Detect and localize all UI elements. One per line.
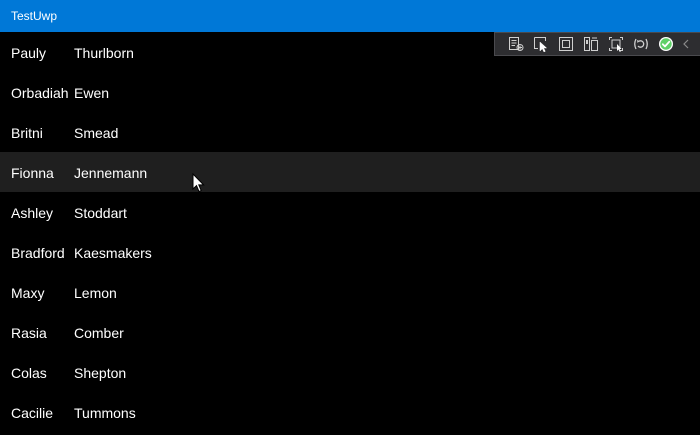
last-name: Kaesmakers — [74, 245, 152, 261]
first-name: Bradford — [11, 245, 65, 261]
first-name: Rasia — [11, 325, 47, 341]
list-item[interactable]: Orbadiah Ewen — [0, 72, 700, 112]
accessibility-check-icon[interactable] — [657, 35, 675, 53]
display-layout-icon[interactable] — [607, 35, 625, 53]
last-name: Stoddart — [74, 205, 127, 221]
list-item[interactable]: Colas Shepton — [0, 352, 700, 392]
list-item[interactable]: Rasia Comber — [0, 312, 700, 352]
first-name: Orbadiah — [11, 85, 69, 101]
first-name: Britni — [11, 125, 43, 141]
list-item[interactable]: Maxy Lemon — [0, 272, 700, 312]
hot-reload-icon[interactable] — [632, 35, 650, 53]
list-item-hovered[interactable]: Fionna Jennemann — [0, 152, 700, 192]
list-item[interactable]: Ashley Stoddart — [0, 192, 700, 232]
last-name: Tummons — [74, 405, 136, 421]
display-layout-adorners-icon[interactable] — [557, 35, 575, 53]
list-item[interactable]: Cacilie Tummons — [0, 392, 700, 432]
last-name: Shepton — [74, 365, 127, 381]
last-name: Ewen — [74, 85, 110, 101]
first-name: Ashley — [11, 205, 54, 221]
select-element-icon[interactable] — [532, 35, 550, 53]
last-name: Comber — [74, 325, 124, 341]
last-name: Lemon — [74, 285, 117, 301]
first-name: Colas — [11, 365, 47, 381]
last-name: Thurlborn — [74, 45, 134, 61]
xaml-debug-toolbar — [494, 32, 700, 56]
live-visual-tree-icon[interactable] — [507, 35, 525, 53]
first-name: Pauly — [11, 45, 47, 61]
first-name: Fionna — [11, 165, 54, 181]
track-focus-icon[interactable] — [582, 35, 600, 53]
people-list[interactable]: Pauly Thurlborn Orbadiah Ewen Britni Sme… — [0, 32, 700, 435]
list-item[interactable]: Bradford Kaesmakers — [0, 232, 700, 272]
collapse-chevron-icon[interactable] — [682, 35, 690, 53]
last-name: Smead — [74, 125, 119, 141]
last-name: Jennemann — [74, 165, 148, 181]
mouse-pointer-icon — [192, 172, 205, 193]
first-name: Maxy — [11, 285, 45, 301]
list-item[interactable]: Britni Smead — [0, 112, 700, 152]
title-bar: TestUwp — [0, 0, 700, 32]
window-title: TestUwp — [11, 9, 58, 23]
first-name: Cacilie — [11, 405, 54, 421]
